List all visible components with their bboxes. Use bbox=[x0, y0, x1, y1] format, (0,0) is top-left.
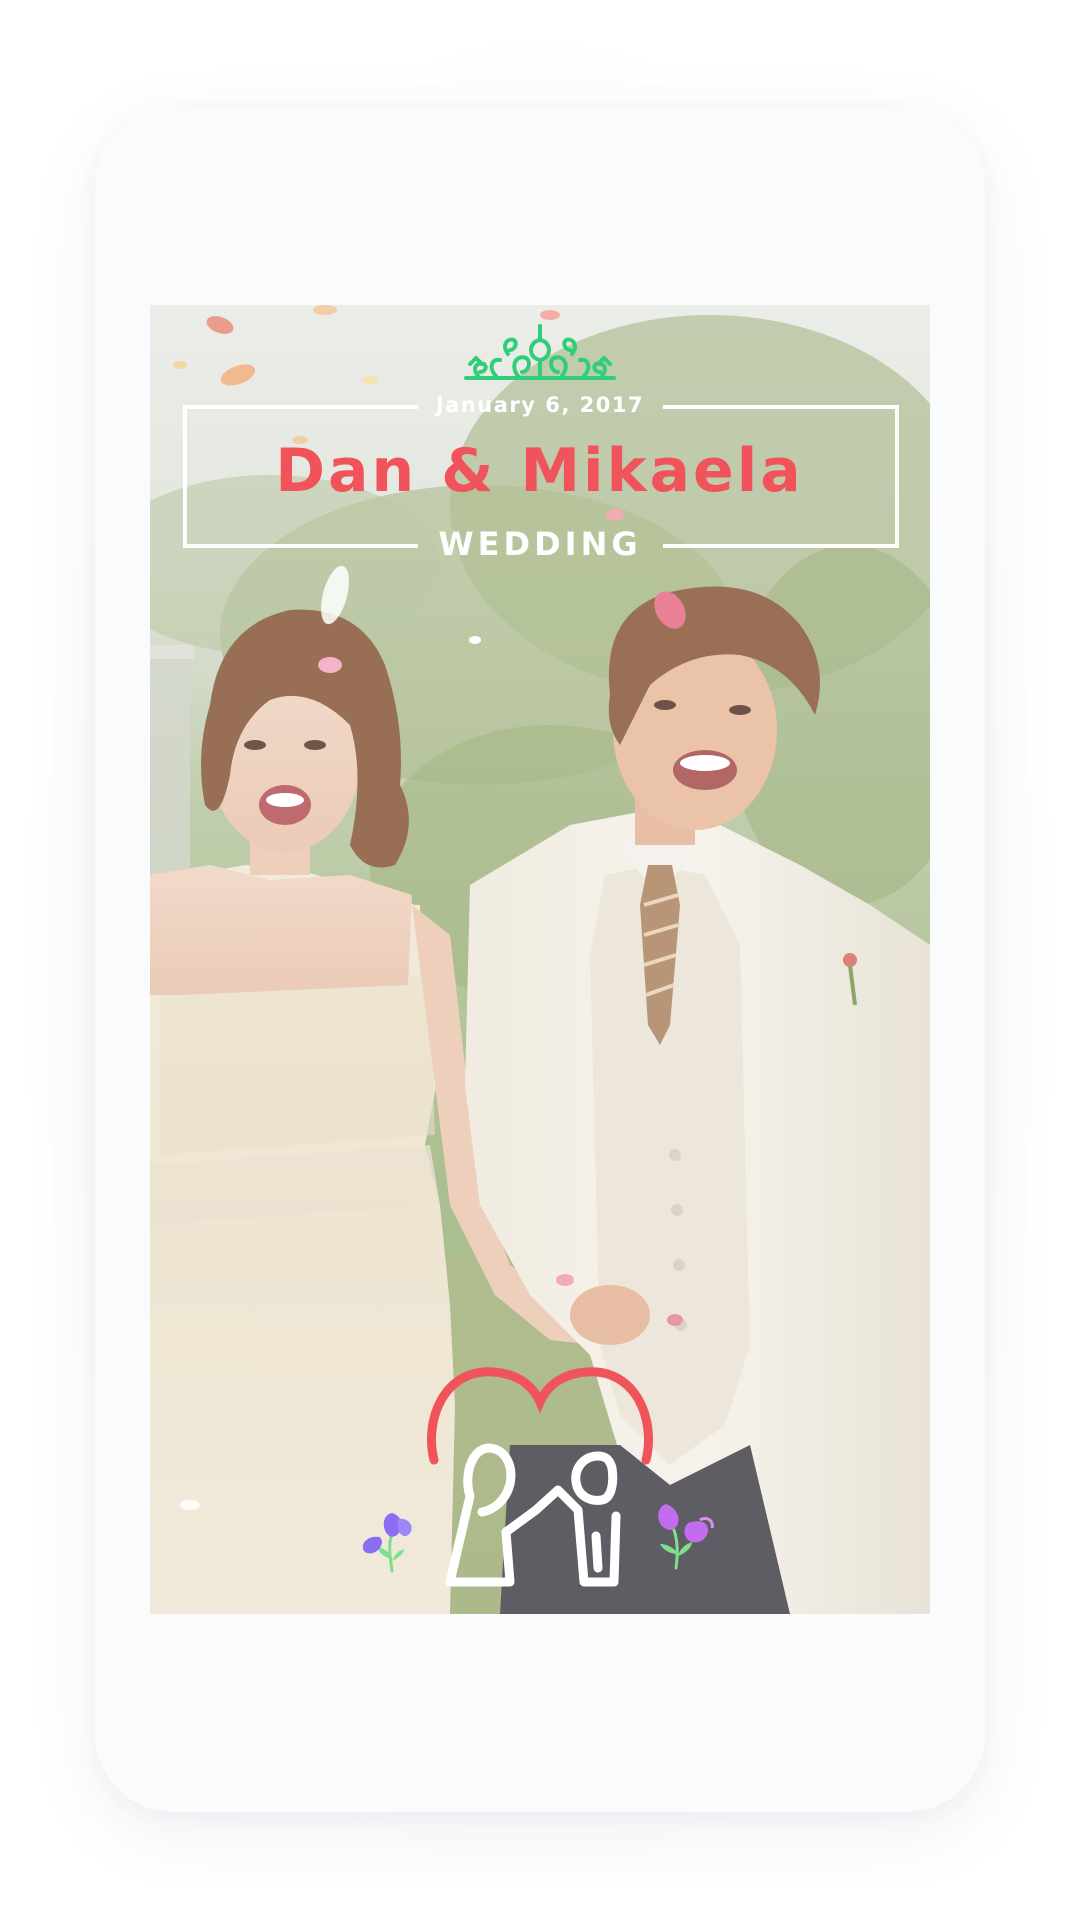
wedding-photo bbox=[150, 305, 930, 1614]
canvas: January 6, 2017 Dan & Mikaela WEDDING bbox=[0, 0, 1080, 1920]
photo-wash bbox=[150, 305, 930, 1614]
